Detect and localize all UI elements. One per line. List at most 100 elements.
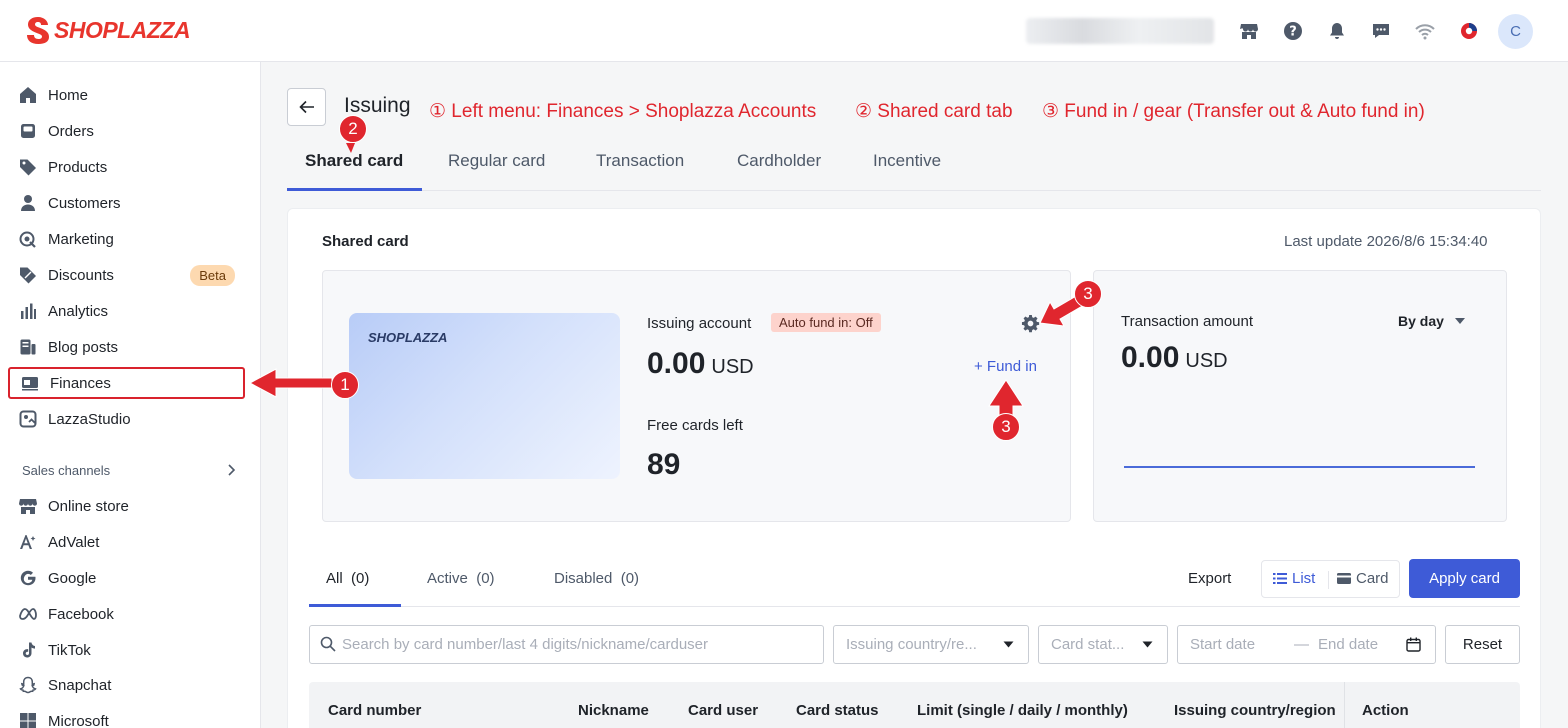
sales-channels-title: Sales channels — [22, 463, 111, 478]
sidebar-item-online-store[interactable]: Online store — [8, 490, 245, 522]
sidebar-item-orders[interactable]: Orders — [8, 115, 245, 147]
column-action[interactable]: Action — [1362, 702, 1409, 719]
microsoft-icon — [18, 711, 38, 728]
filter-tab-disabled[interactable]: Disabled (0) — [554, 570, 639, 587]
tab-incentive[interactable]: Incentive — [873, 151, 941, 171]
sidebar-item-finances[interactable]: Finances — [8, 367, 245, 399]
store-icon[interactable] — [1234, 16, 1264, 46]
avatar[interactable]: C — [1498, 14, 1533, 49]
person-icon — [18, 193, 38, 213]
sidebar-item-label: Blog posts — [48, 338, 119, 356]
date-separator: — — [1294, 636, 1309, 653]
sidebar-item-discounts[interactable]: Discounts Beta — [8, 259, 245, 291]
annotation-step-1: ① Left menu: Finances > Shoplazza Accoun… — [429, 101, 817, 122]
sidebar-item-label: Online store — [48, 497, 129, 515]
sidebar-item-analytics[interactable]: Analytics — [8, 295, 245, 327]
chat-icon[interactable] — [1366, 16, 1396, 46]
tab-cardholder[interactable]: Cardholder — [737, 151, 821, 171]
sidebar-item-label: Marketing — [48, 230, 114, 248]
card-status-select[interactable]: Card stat... — [1038, 625, 1168, 664]
sidebar-item-facebook[interactable]: Facebook — [8, 598, 245, 630]
sidebar-item-lazzastudio[interactable]: LazzaStudio — [8, 403, 245, 435]
search-icon — [320, 636, 336, 656]
sidebar-item-marketing[interactable]: Marketing — [8, 223, 245, 255]
sidebar-item-microsoft[interactable]: Microsoft — [8, 705, 245, 728]
sidebar-item-label: Discounts — [48, 266, 114, 284]
help-icon[interactable]: ? — [1278, 16, 1308, 46]
transaction-amount-value: 0.00 USD — [1121, 341, 1228, 374]
svg-text:?: ? — [1289, 25, 1297, 40]
sidebar-item-label: Snapchat — [48, 676, 112, 694]
annotation-badge-3-gear: 3 — [1074, 280, 1102, 308]
view-toggle: List Card — [1261, 560, 1400, 598]
arrow-left-icon — [298, 100, 314, 114]
chevron-right-icon[interactable] — [226, 463, 238, 482]
active-tab-indicator — [287, 188, 422, 191]
back-button[interactable] — [287, 88, 326, 126]
annotation-badge-1: 1 — [331, 371, 359, 399]
sidebar-item-snapchat[interactable]: Snapchat — [8, 669, 245, 701]
panel-title: Shared card — [322, 233, 409, 250]
date-range-picker[interactable]: Start date — End date — [1177, 625, 1436, 664]
card-view-button[interactable]: Card — [1337, 570, 1389, 587]
annotation-badge-3-fund-in: 3 — [992, 413, 1020, 441]
list-view-button[interactable]: List — [1273, 570, 1315, 587]
caret-down-icon — [1142, 641, 1153, 648]
tab-regular-card[interactable]: Regular card — [448, 151, 545, 171]
sidebar-item-customers[interactable]: Customers — [8, 187, 245, 219]
issuing-account-label: Issuing account — [647, 315, 752, 332]
last-update: Last update 2026/8/6 15:34:40 — [1284, 233, 1488, 250]
start-date-input[interactable]: Start date — [1190, 636, 1294, 653]
store-name-blurred[interactable] — [1026, 18, 1214, 44]
marketing-icon — [18, 229, 38, 249]
shoplazza-logo[interactable]: SHOPLAZZA — [24, 16, 191, 44]
orders-icon — [18, 121, 38, 141]
bell-icon[interactable] — [1322, 16, 1352, 46]
column-card-number[interactable]: Card number — [328, 702, 421, 719]
status-placeholder: Card stat... — [1051, 636, 1125, 653]
end-date-input[interactable]: End date — [1318, 636, 1378, 653]
tab-transaction[interactable]: Transaction — [596, 151, 684, 171]
period-select-value: By day — [1398, 313, 1444, 329]
card-icon — [1337, 573, 1351, 584]
sidebar-item-advalet[interactable]: AdValet — [8, 526, 245, 558]
sidebar-item-home[interactable]: Home — [8, 79, 245, 111]
column-card-status[interactable]: Card status — [796, 702, 879, 719]
tag-icon — [18, 157, 38, 177]
caret-down-icon — [1003, 641, 1014, 648]
app-icon[interactable] — [1454, 16, 1484, 46]
apply-card-button[interactable]: Apply card — [1409, 559, 1520, 598]
sidebar-item-products[interactable]: Products — [8, 151, 245, 183]
cards-table-header: Card number Nickname Card user Card stat… — [309, 682, 1520, 728]
reset-button[interactable]: Reset — [1445, 625, 1520, 664]
discount-icon — [18, 265, 38, 285]
export-button[interactable]: Export — [1188, 570, 1231, 587]
sidebar-item-blog-posts[interactable]: Blog posts — [8, 331, 245, 363]
sidebar-item-label: Facebook — [48, 605, 114, 623]
brand-name: SHOPLAZZA — [54, 16, 191, 43]
transaction-amount-label: Transaction amount — [1121, 313, 1254, 330]
tab-shared-card[interactable]: Shared card — [305, 151, 403, 171]
column-limit[interactable]: Limit (single / daily / monthly) — [917, 702, 1128, 719]
gear-icon[interactable] — [1021, 314, 1040, 338]
column-issuing-country[interactable]: Issuing country/region — [1174, 702, 1336, 719]
column-card-user[interactable]: Card user — [688, 702, 758, 719]
column-nickname[interactable]: Nickname — [578, 702, 649, 719]
annotation-badge-2: 2 — [339, 115, 367, 143]
account-balance: 0.00 USD — [647, 347, 754, 380]
period-select[interactable]: By day — [1398, 313, 1466, 329]
issuing-country-select[interactable]: Issuing country/re... — [833, 625, 1029, 664]
search-input[interactable]: Search by card number/last 4 digits/nick… — [309, 625, 824, 664]
shoplazza-logo-icon — [27, 17, 49, 44]
wifi-icon[interactable] — [1410, 16, 1440, 46]
filter-tab-all[interactable]: All (0) — [326, 570, 369, 587]
calendar-icon — [1406, 637, 1421, 652]
sidebar-item-google[interactable]: Google — [8, 562, 245, 594]
filter-tab-active[interactable]: Active (0) — [427, 570, 495, 587]
card-image: SHOPLAZZA — [349, 313, 620, 479]
sidebar-item-tiktok[interactable]: TikTok — [8, 634, 245, 666]
fund-in-link[interactable]: + Fund in — [974, 358, 1037, 375]
annotation-step-2: ② Shared card tab — [855, 101, 1013, 122]
sidebar-item-label: LazzaStudio — [48, 410, 131, 428]
sidebar-item-label: TikTok — [48, 641, 91, 659]
